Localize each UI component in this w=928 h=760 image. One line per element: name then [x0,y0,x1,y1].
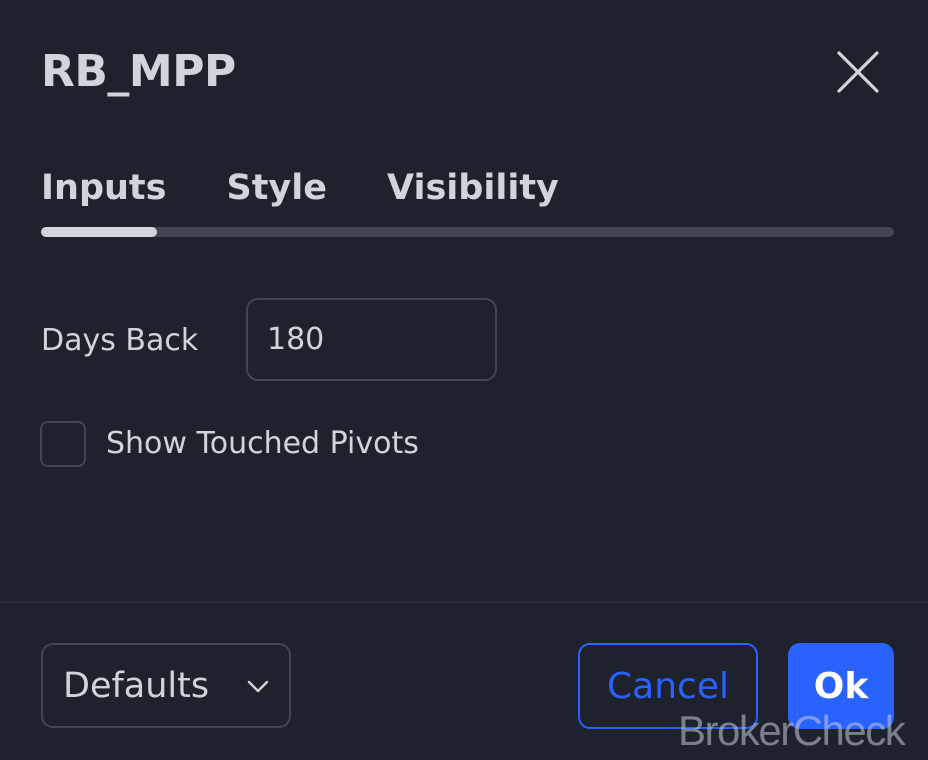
days-back-input[interactable] [246,298,497,381]
ok-button[interactable]: Ok [788,643,894,729]
tab-visibility[interactable]: Visibility [387,164,559,212]
close-icon [837,51,879,93]
defaults-label: Defaults [63,666,210,706]
active-tab-indicator [41,227,157,237]
close-button[interactable] [832,46,884,98]
show-touched-pivots-checkbox[interactable] [40,421,86,467]
days-back-label: Days Back [41,323,199,358]
cancel-button[interactable]: Cancel [578,643,758,729]
tab-inputs[interactable]: Inputs [41,164,166,212]
dialog-title: RB_MPP [41,46,236,97]
show-touched-pivots-label[interactable]: Show Touched Pivots [106,423,419,465]
chevron-down-icon [247,680,269,693]
tab-bar: Inputs Style Visibility [41,164,559,212]
indicator-settings-dialog: RB_MPP Inputs Style Visibility Days Back… [0,0,928,760]
tab-style[interactable]: Style [226,164,327,212]
footer-divider [0,601,928,603]
tab-scroll-track [41,227,894,237]
defaults-dropdown[interactable]: Defaults [41,643,291,728]
